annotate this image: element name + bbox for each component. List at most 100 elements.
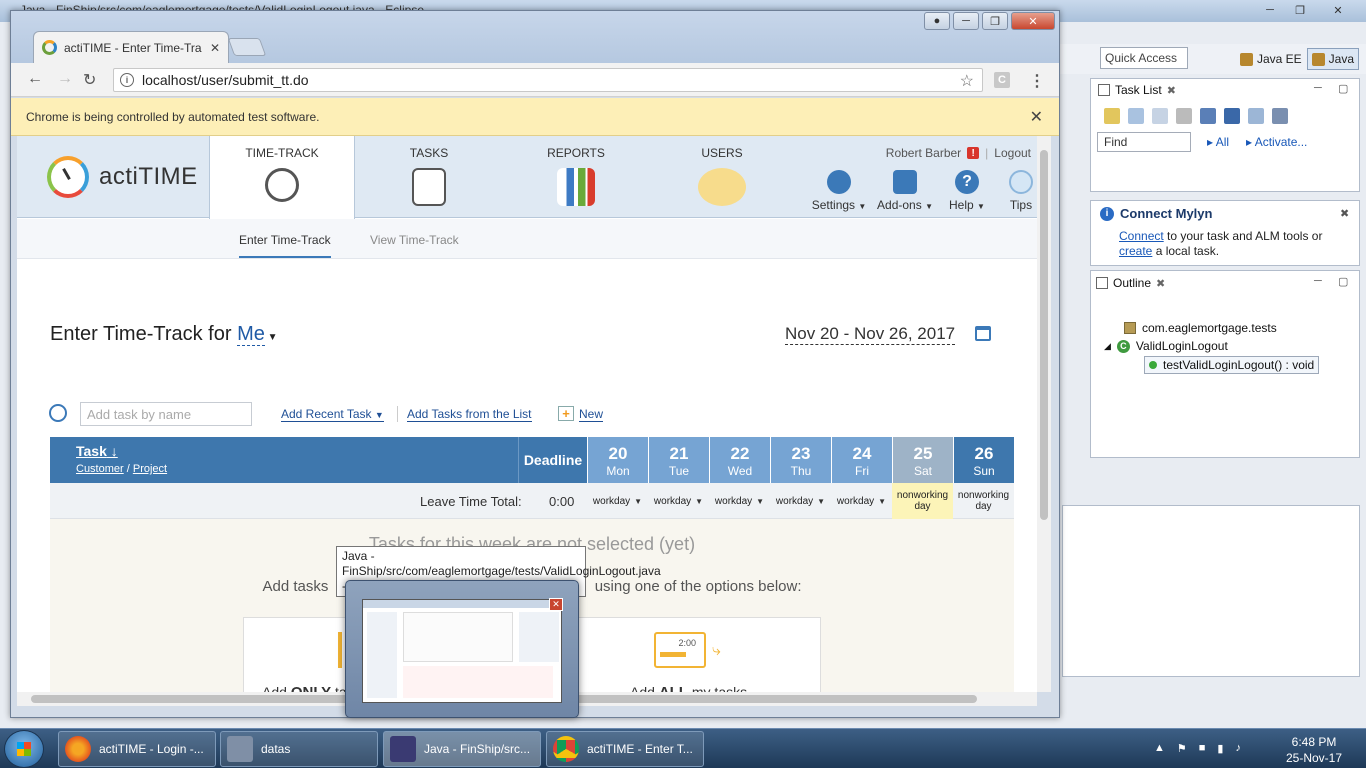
user-icon[interactable]: ● (924, 12, 950, 30)
categorized-icon[interactable] (1128, 108, 1144, 124)
taskbar-thumbnail-preview[interactable]: ✕ (345, 580, 579, 718)
nav-tasks[interactable]: TASKS (355, 136, 503, 218)
actitime-logo[interactable]: actiTIME (47, 156, 198, 198)
day-type-select[interactable]: workday ▼ (709, 483, 770, 519)
flag-icon[interactable]: ⚑ (1177, 742, 1187, 755)
nav-reports[interactable]: REPORTS (503, 136, 649, 218)
add-recent-task-button[interactable]: Add Recent Task ▼ (281, 407, 384, 422)
minimize-icon[interactable]: ─ (953, 12, 979, 30)
close-icon[interactable]: ✖ (1167, 84, 1176, 97)
taskbar-firefox-item[interactable]: actiTIME - Login -... (58, 731, 216, 767)
day-type-select[interactable]: nonworking day (892, 483, 953, 519)
close-icon[interactable]: ✖ (1156, 277, 1165, 290)
vertical-scrollbar[interactable] (1037, 136, 1051, 692)
day-type-select[interactable]: workday ▼ (770, 483, 831, 519)
restore-icon[interactable]: ❐ (982, 12, 1008, 30)
reload-icon[interactable]: ↻ (83, 70, 96, 90)
day-type-select[interactable]: nonworking day (953, 483, 1014, 519)
chevron-down-icon[interactable]: ▼ (265, 332, 278, 343)
volume-icon[interactable]: ♪ (1235, 742, 1241, 755)
taskbar-chrome-item[interactable]: actiTIME - Enter T... (546, 731, 704, 767)
hide-completed-icon[interactable] (1200, 108, 1216, 124)
eclipse-thumbnail[interactable] (362, 599, 562, 703)
user-name[interactable]: Robert Barber (886, 146, 961, 160)
create-link[interactable]: create (1119, 244, 1152, 258)
show-hidden-icon[interactable]: ▲ (1154, 742, 1165, 755)
minimize-icon[interactable]: ─ (1314, 82, 1322, 94)
restore-icon[interactable]: ❐ (1286, 1, 1314, 19)
minimize-icon[interactable]: ─ (1314, 275, 1322, 287)
perspective-java-ee[interactable]: Java EE (1240, 48, 1302, 70)
logout-link[interactable]: Logout (994, 146, 1031, 160)
bookmark-star-icon[interactable]: ☆ (960, 71, 974, 91)
tab-task-list[interactable]: Task List ✖ (1098, 83, 1176, 97)
maximize-icon[interactable]: ▢ (1338, 275, 1348, 288)
outline-class[interactable]: ◢ C ValidLoginLogout (1104, 339, 1228, 353)
taskbar-clock[interactable]: 6:48 PM 25-Nov-17 (1282, 734, 1346, 766)
extension-icon[interactable]: C (994, 72, 1010, 88)
scrollbar-thumb[interactable] (1040, 150, 1048, 520)
sync-icon[interactable] (1272, 108, 1288, 124)
close-icon[interactable]: ✖ (1340, 207, 1349, 220)
collapse-icon[interactable] (1248, 108, 1264, 124)
date-range-selector[interactable]: Nov 20 - Nov 26, 2017 (785, 324, 956, 345)
quick-access-input[interactable]: Quick Access (1100, 47, 1188, 69)
add-all-option[interactable]: Add ALL my tasks (630, 684, 747, 692)
day-type-select[interactable]: workday ▼ (587, 483, 648, 519)
address-bar[interactable]: i localhost/user/submit_tt.do ☆ (113, 68, 983, 92)
minimize-icon[interactable]: ─ (1256, 1, 1284, 19)
scheduled-icon[interactable] (1152, 108, 1168, 124)
outline-method[interactable]: testValidLoginLogout() : void (1144, 356, 1320, 374)
maximize-icon[interactable]: ▢ (1338, 82, 1348, 95)
perspective-java[interactable]: Java (1307, 48, 1359, 70)
info-icon[interactable]: i (120, 73, 134, 87)
close-tab-icon[interactable]: ✕ (210, 41, 220, 55)
tab-outline[interactable]: Outline ✖ (1096, 276, 1165, 290)
settings-button[interactable]: Settings ▼ (809, 170, 869, 212)
find-input[interactable]: Find (1097, 132, 1191, 152)
back-icon[interactable]: ← (27, 70, 43, 88)
outline-package[interactable]: com.eaglemortgage.tests (1124, 321, 1277, 335)
calendar-icon[interactable] (975, 326, 991, 341)
browser-tab[interactable]: actiTIME - Enter Time-Tra ✕ (33, 31, 229, 63)
addons-button[interactable]: Add-ons ▼ (875, 170, 935, 212)
activate-link[interactable]: ▸ Activate... (1246, 135, 1307, 149)
close-icon[interactable]: ✕ (1011, 12, 1055, 30)
start-button[interactable] (4, 730, 44, 768)
new-task-button[interactable]: New (579, 407, 604, 422)
tab-view-time-track[interactable]: View Time-Track (370, 233, 459, 256)
day-type-select[interactable]: workday ▼ (831, 483, 892, 519)
close-icon[interactable]: ✕ (1030, 107, 1043, 127)
tab-enter-time-track[interactable]: Enter Time-Track (239, 233, 331, 258)
tips-button[interactable]: Tips (991, 170, 1037, 212)
plus-icon[interactable]: + (558, 406, 574, 421)
new-tab-button[interactable] (227, 38, 267, 56)
connect-link[interactable]: Connect (1119, 229, 1164, 243)
device-icon[interactable]: ■ (1199, 742, 1206, 755)
taskbar-explorer-item[interactable]: datas (220, 731, 378, 767)
close-icon[interactable]: ✕ (1316, 1, 1360, 19)
user-selector[interactable]: Me (237, 323, 265, 346)
day-type-select[interactable]: workday ▼ (648, 483, 709, 519)
expand-icon[interactable]: ◢ (1104, 341, 1111, 352)
network-icon[interactable]: ▮ (1217, 742, 1223, 755)
nav-users[interactable]: USERS (649, 136, 795, 218)
customer-project-header: Customer / Project (76, 463, 168, 475)
warning-badge-icon[interactable]: ! (967, 147, 980, 159)
add-tasks-from-list-button[interactable]: Add Tasks from the List (407, 407, 532, 422)
taskbar-eclipse-item[interactable]: Java - FinShip/src... (383, 731, 541, 767)
link-icon[interactable] (1224, 108, 1240, 124)
new-task-icon[interactable] (1104, 108, 1120, 124)
all-link[interactable]: ▸ All (1207, 135, 1229, 149)
close-icon[interactable]: ✕ (549, 598, 563, 611)
add-task-input[interactable]: Add task by name (80, 402, 252, 426)
help-button[interactable]: ? Help ▼ (937, 170, 997, 212)
menu-icon[interactable]: ⋮ (1029, 71, 1045, 91)
customer-sort-link[interactable]: Customer (76, 463, 124, 475)
forward-icon[interactable]: → (57, 70, 73, 88)
task-column-header[interactable]: Task ↓ (76, 443, 118, 459)
focus-icon[interactable] (1176, 108, 1192, 124)
add-only-option[interactable]: Add ONLY ta (262, 684, 347, 692)
project-sort-link[interactable]: Project (133, 463, 167, 475)
nav-time-track[interactable]: TIME-TRACK (209, 136, 355, 219)
